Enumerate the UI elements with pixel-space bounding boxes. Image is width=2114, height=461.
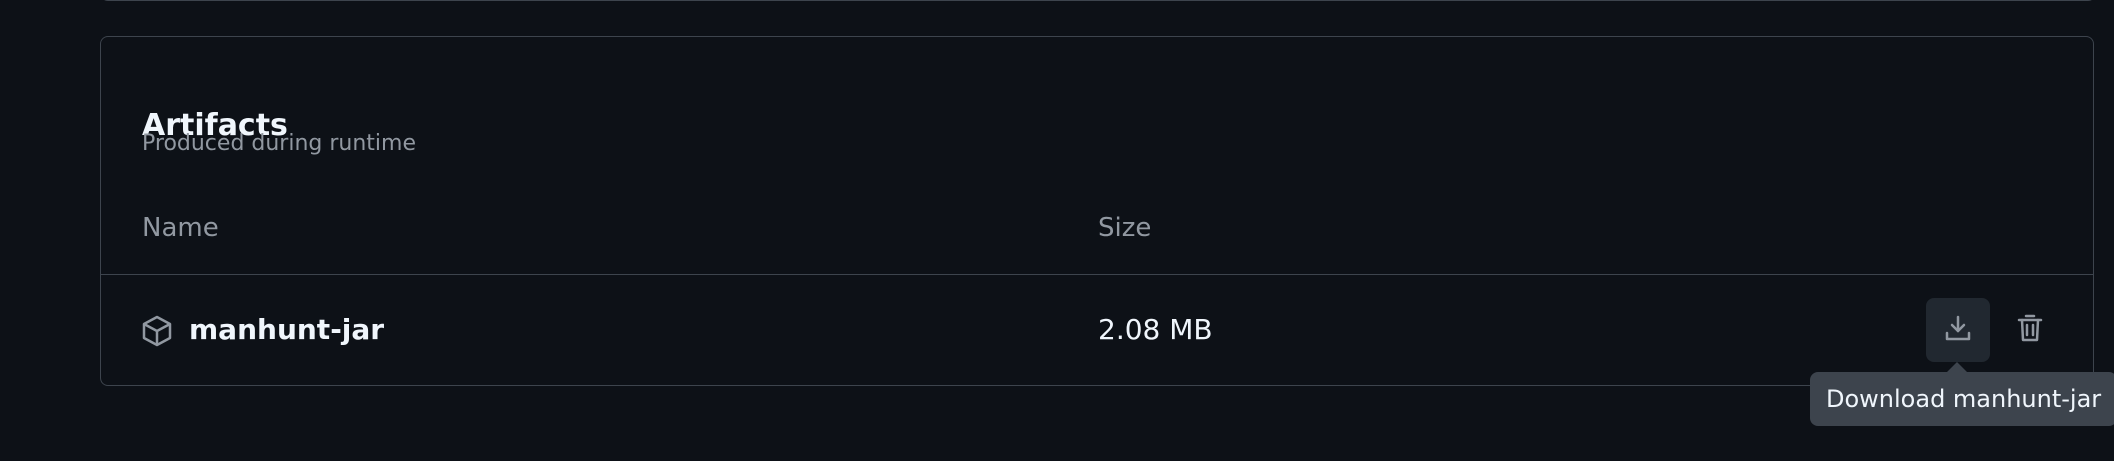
artifacts-section: Artifacts Produced during runtime Name S… — [100, 36, 2094, 386]
package-icon — [142, 315, 172, 347]
tooltip-arrow — [1947, 362, 1967, 372]
artifact-size: 2.08 MB — [1098, 313, 1213, 346]
column-header-name: Name — [142, 213, 219, 243]
artifact-name-link[interactable]: manhunt-jar — [189, 313, 384, 346]
artifact-row: manhunt-jar 2.08 MB — [101, 275, 2093, 386]
previous-section-box — [100, 0, 2096, 1]
artifacts-subtitle: Produced during runtime — [142, 131, 417, 156]
download-button[interactable] — [1926, 298, 1990, 362]
delete-button[interactable] — [1998, 298, 2062, 362]
column-header-size: Size — [1098, 213, 1152, 243]
download-icon — [1942, 312, 1974, 348]
trash-icon — [2016, 312, 2044, 348]
download-tooltip: Download manhunt-jar — [1810, 372, 2114, 426]
page: Artifacts Produced during runtime Name S… — [0, 0, 2114, 461]
